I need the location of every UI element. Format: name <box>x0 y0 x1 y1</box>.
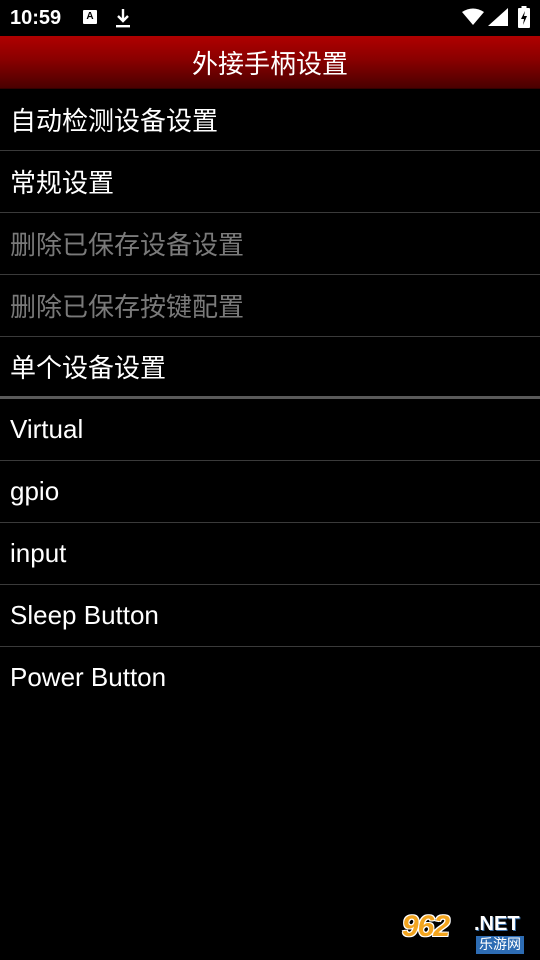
status-time: 10:59 <box>10 7 62 29</box>
device-item-power-button[interactable]: Power Button <box>0 647 540 708</box>
device-item-virtual[interactable]: Virtual <box>0 399 540 461</box>
menu-item-auto-detect-device-settings[interactable]: 自动检测设备设置 <box>0 89 540 151</box>
menu-item-delete-saved-key-config: 删除已保存按键配置 <box>0 275 540 337</box>
title-bar: 外接手柄设置 <box>0 36 540 89</box>
menu-item-general-settings[interactable]: 常规设置 <box>0 151 540 213</box>
watermark-number: 962 <box>402 910 450 943</box>
device-item-label: Sleep Button <box>10 600 159 630</box>
watermark-logo: 962 .NET 乐游网 <box>400 910 536 956</box>
device-item-gpio[interactable]: gpio <box>0 461 540 523</box>
status-bar: 10:59 A <box>0 0 540 36</box>
wifi-icon <box>462 8 484 25</box>
section-header-single-device-settings: 单个设备设置 <box>0 337 540 399</box>
menu-item-delete-saved-device-settings: 删除已保存设备设置 <box>0 213 540 275</box>
download-icon <box>116 9 130 28</box>
settings-list: 自动检测设备设置 常规设置 删除已保存设备设置 删除已保存按键配置 单个设备设置… <box>0 89 540 708</box>
device-item-label: Virtual <box>10 414 84 444</box>
accessibility-notification-icon: A <box>83 10 97 24</box>
section-header-label: 单个设备设置 <box>10 354 167 384</box>
menu-item-label: 常规设置 <box>10 169 115 199</box>
menu-item-label: 删除已保存设备设置 <box>10 231 245 261</box>
menu-item-label: 自动检测设备设置 <box>10 107 219 137</box>
page-title: 外接手柄设置 <box>191 49 348 80</box>
watermark-subtitle: 乐游网 <box>476 936 524 954</box>
signal-icon <box>488 8 508 26</box>
menu-item-label: 删除已保存按键配置 <box>10 293 245 323</box>
device-item-sleep-button[interactable]: Sleep Button <box>0 585 540 647</box>
device-item-label: gpio <box>10 476 60 506</box>
device-item-label: Power Button <box>10 662 167 692</box>
battery-icon <box>518 6 530 28</box>
device-item-label: input <box>10 538 67 568</box>
device-item-input[interactable]: input <box>0 523 540 585</box>
watermark-suffix: .NET <box>474 913 520 935</box>
